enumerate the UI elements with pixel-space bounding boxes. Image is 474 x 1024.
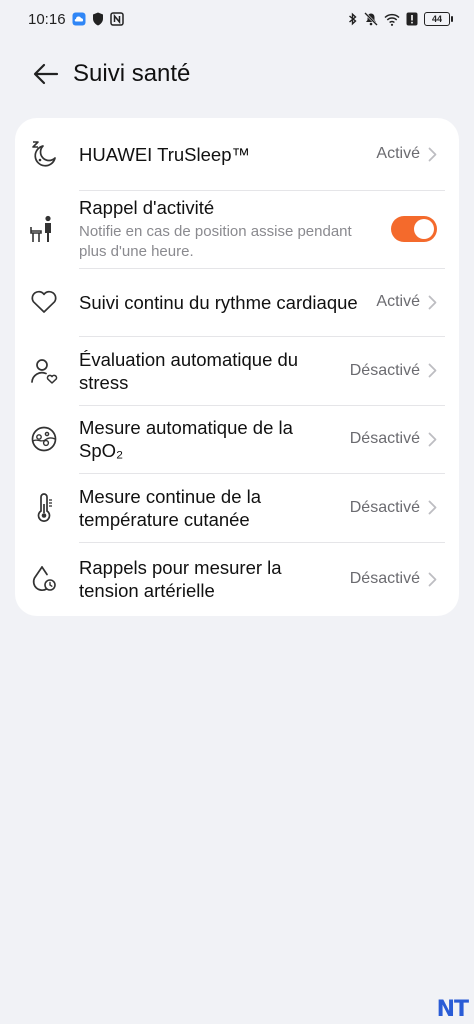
mute-bell-icon bbox=[364, 12, 378, 26]
chevron-right-icon bbox=[428, 147, 437, 162]
back-arrow-icon bbox=[33, 63, 59, 85]
status-time: 10:16 bbox=[28, 10, 66, 28]
status-label: Activé bbox=[376, 145, 420, 162]
row-right: Désactivé bbox=[350, 362, 437, 380]
setting-row-trusleep[interactable]: HUAWEI TruSleep™ Activé bbox=[15, 118, 459, 190]
row-right: Désactivé bbox=[350, 499, 437, 517]
setting-row-blood-pressure[interactable]: Rappels pour mesurer la tension artériel… bbox=[15, 542, 459, 616]
watermark-logo: NT bbox=[436, 997, 469, 1022]
row-title: HUAWEI TruSleep™ bbox=[79, 143, 250, 165]
row-text: Mesure automatique de la SpO₂ bbox=[79, 416, 350, 462]
row-title: Suivi continu du rythme cardiaque bbox=[79, 291, 358, 313]
status-bar-left: 10:16 bbox=[28, 11, 124, 28]
status-label: Désactivé bbox=[349, 361, 420, 379]
row-title: Mesure continue de la température cutané… bbox=[79, 485, 262, 530]
row-right: Désactivé bbox=[350, 570, 437, 588]
page-title: Suivi santé bbox=[73, 60, 191, 87]
row-right: Activé bbox=[376, 145, 437, 163]
status-label: Activé bbox=[376, 293, 420, 310]
chevron-right-icon bbox=[428, 432, 437, 447]
setting-row-spo2[interactable]: Mesure automatique de la SpO₂ Désactivé bbox=[15, 405, 459, 473]
toggle-knob bbox=[414, 219, 434, 239]
row-right: Désactivé bbox=[350, 430, 437, 448]
setting-row-heart-rate[interactable]: Suivi continu du rythme cardiaque Activé bbox=[15, 268, 459, 336]
chevron-right-icon bbox=[428, 363, 437, 378]
wifi-icon bbox=[384, 13, 400, 26]
chevron-right-icon bbox=[428, 295, 437, 310]
settings-card: HUAWEI TruSleep™ Activé Rappel d'activit… bbox=[15, 118, 459, 616]
status-bar: 10:16 44 bbox=[0, 0, 474, 38]
row-text: Évaluation automatique du stress bbox=[79, 348, 350, 394]
row-title: Rappel d'activité bbox=[79, 197, 215, 218]
heart-icon bbox=[29, 287, 59, 317]
setting-row-skin-temperature[interactable]: Mesure continue de la température cutané… bbox=[15, 473, 459, 542]
status-label: Désactivé bbox=[349, 570, 420, 587]
row-text: Rappels pour mesurer la tension artériel… bbox=[79, 556, 350, 602]
status-label: Désactivé bbox=[349, 498, 420, 516]
row-title: Rappels pour mesurer la tension artériel… bbox=[79, 557, 282, 601]
row-text: Suivi continu du rythme cardiaque bbox=[79, 291, 376, 314]
activity-reminder-toggle[interactable] bbox=[391, 216, 437, 242]
thermometer-icon bbox=[29, 492, 59, 523]
stress-person-icon bbox=[29, 356, 59, 386]
row-title: Évaluation automatique du stress bbox=[79, 348, 299, 393]
nfc-icon bbox=[109, 12, 124, 26]
cloud-app-icon bbox=[72, 12, 86, 26]
blood-pressure-icon bbox=[29, 564, 59, 594]
back-button[interactable] bbox=[24, 52, 68, 96]
status-label: Désactivé bbox=[349, 430, 420, 447]
setting-row-activity-reminder[interactable]: Rappel d'activité Notifie en cas de posi… bbox=[15, 190, 459, 268]
status-bar-right: 44 bbox=[348, 12, 453, 26]
shield-icon bbox=[92, 12, 104, 26]
row-subtitle: Notifie en cas de position assise pendan… bbox=[79, 223, 352, 260]
setting-row-stress[interactable]: Évaluation automatique du stress Désacti… bbox=[15, 336, 459, 405]
row-right: Activé bbox=[376, 293, 437, 311]
alert-icon bbox=[406, 12, 418, 26]
spo2-icon bbox=[29, 424, 59, 454]
sleep-icon bbox=[29, 139, 59, 169]
person-sitting-icon bbox=[29, 214, 59, 244]
battery-indicator: 44 bbox=[424, 12, 453, 26]
row-text: Mesure continue de la température cutané… bbox=[79, 485, 350, 531]
row-right bbox=[391, 216, 437, 242]
row-text: Rappel d'activité Notifie en cas de posi… bbox=[79, 196, 391, 262]
chevron-right-icon bbox=[428, 572, 437, 587]
chevron-right-icon bbox=[428, 500, 437, 515]
bluetooth-icon bbox=[348, 12, 358, 26]
row-text: HUAWEI TruSleep™ bbox=[79, 143, 376, 166]
row-title: Mesure automatique de la SpO₂ bbox=[79, 417, 293, 461]
header: Suivi santé bbox=[0, 48, 474, 100]
